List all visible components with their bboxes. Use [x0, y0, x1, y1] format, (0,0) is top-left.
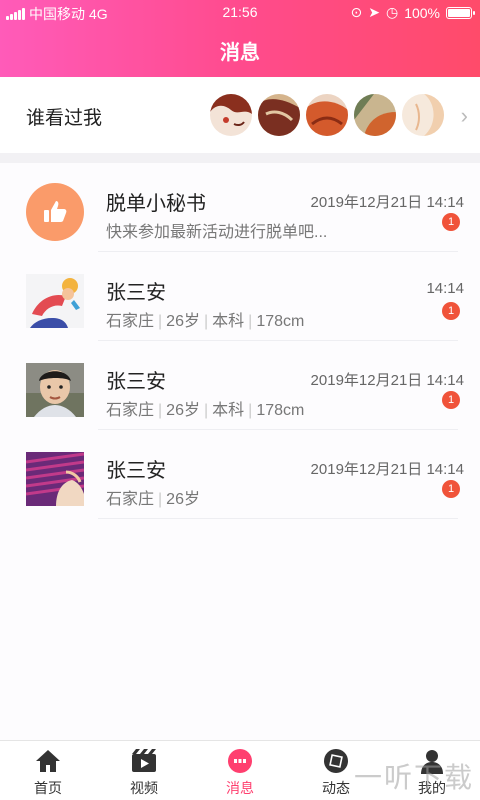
viewer-avatar	[354, 94, 396, 136]
rotation-lock-icon: ⊙	[350, 4, 363, 20]
tab-label: 首页	[34, 780, 62, 796]
message-preview: 快来参加最新活动进行脱单吧...	[106, 224, 328, 241]
height: 178cm	[256, 313, 305, 330]
message-time: 14:14	[426, 280, 464, 297]
message-time: 2019年12月21日 14:14	[310, 194, 464, 211]
education: 本科	[212, 313, 245, 330]
profile-summary: 石家庄 | 26岁 | 本科 | 178cm	[106, 402, 305, 419]
message-icon	[192, 747, 288, 775]
watermark: 一听下载	[353, 762, 474, 793]
viewer-avatar	[210, 94, 252, 136]
contact-name: 张三安	[106, 460, 166, 482]
avatar	[25, 452, 85, 506]
header-bar: 中国移动 4G 21:56 ⊙ ➤ ◷ 100% 消息	[0, 0, 480, 77]
tab-label: 视频	[130, 780, 158, 796]
battery-percent: 100%	[404, 4, 440, 21]
unread-badge: 1	[442, 213, 460, 231]
city: 石家庄	[106, 402, 155, 419]
profile-summary: 石家庄 | 26岁	[106, 491, 200, 508]
viewer-avatar	[306, 94, 348, 136]
viewer-avatar	[258, 94, 300, 136]
location-icon: ➤	[368, 4, 380, 20]
unread-badge: 1	[442, 480, 460, 498]
profile-summary: 石家庄 | 26岁 | 本科 | 178cm	[106, 313, 305, 330]
video-icon	[96, 747, 192, 775]
list-item[interactable]: 脱单小秘书 2019年12月21日 14:14 快来参加最新活动进行脱单吧...…	[0, 163, 480, 252]
tab-home[interactable]: 首页	[0, 741, 96, 800]
viewer-avatar	[402, 94, 444, 136]
contact-name: 张三安	[106, 371, 166, 393]
unread-badge: 1	[442, 391, 460, 409]
age: 26岁	[166, 491, 200, 508]
tab-label: 消息	[226, 780, 254, 796]
avatar	[26, 183, 84, 241]
message-list: 脱单小秘书 2019年12月21日 14:14 快来参加最新活动进行脱单吧...…	[0, 163, 480, 740]
alarm-icon: ◷	[385, 4, 399, 20]
age: 26岁	[166, 313, 200, 330]
message-time: 2019年12月21日 14:14	[310, 372, 464, 389]
battery-icon	[446, 6, 475, 19]
tab-messages[interactable]: 消息	[192, 741, 288, 800]
status-bar: 中国移动 4G 21:56 ⊙ ➤ ◷ 100%	[0, 0, 480, 26]
avatar	[26, 274, 84, 328]
message-time: 2019年12月21日 14:14	[310, 461, 464, 478]
home-icon	[0, 747, 96, 775]
tab-video[interactable]: 视频	[96, 741, 192, 800]
city: 石家庄	[106, 491, 155, 508]
page-title: 消息	[220, 42, 260, 64]
thumbs-up-icon	[26, 183, 84, 241]
contact-name: 张三安	[106, 282, 166, 304]
viewer-avatars	[210, 94, 444, 136]
list-item[interactable]: 张三安 2019年12月21日 14:14 石家庄 | 26岁 | 本科 | 178cm 1	[0, 341, 480, 430]
unread-badge: 1	[442, 302, 460, 320]
row-divider	[98, 518, 458, 519]
list-item[interactable]: 张三安 2019年12月21日 14:14 石家庄 | 26岁 1	[0, 430, 480, 519]
section-divider	[0, 153, 480, 163]
list-item[interactable]: 张三安 14:14 石家庄 | 26岁 | 本科 | 178cm 1	[0, 252, 480, 341]
who-viewed-me-row[interactable]: 谁看过我 ›	[0, 77, 480, 153]
height: 178cm	[256, 402, 305, 419]
avatar	[26, 363, 84, 417]
contact-name: 脱单小秘书	[106, 193, 206, 215]
who-viewed-me-label: 谁看过我	[26, 108, 103, 129]
education: 本科	[212, 402, 245, 419]
chevron-right-icon: ›	[460, 103, 468, 128]
age: 26岁	[166, 402, 200, 419]
city: 石家庄	[106, 313, 155, 330]
